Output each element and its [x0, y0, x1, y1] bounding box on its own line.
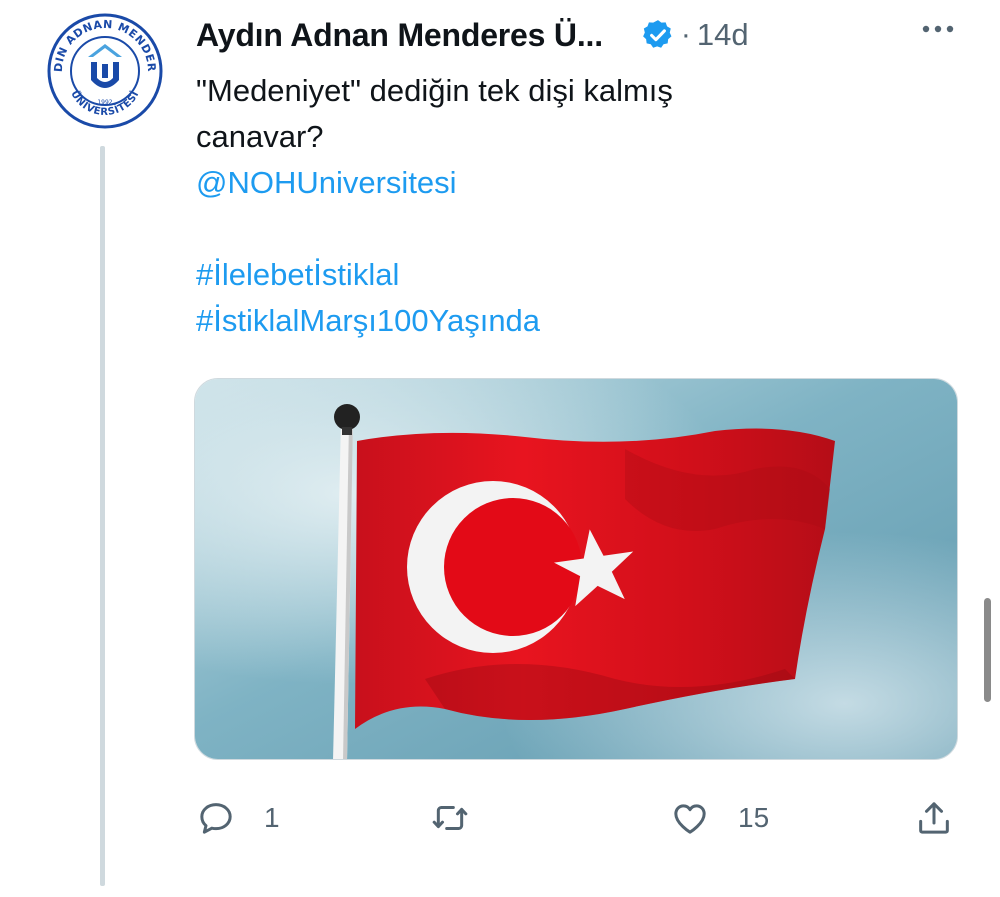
retweet-button[interactable]	[430, 790, 498, 846]
tweet-media[interactable]	[194, 378, 958, 760]
timestamp[interactable]: 14d	[697, 17, 749, 53]
share-icon	[919, 802, 949, 834]
reply-count: 1	[264, 802, 280, 833]
like-icon	[674, 804, 706, 834]
retweet-icon	[432, 806, 468, 830]
thread-line	[100, 146, 105, 886]
tweet-text: "Medeniyet" dediğin tek dişi kalmış cana…	[196, 68, 936, 344]
more-icon[interactable]	[916, 14, 960, 44]
avatar[interactable]: AYDIN ADNAN MENDERES ÜNİVERSİTESİ 1992	[41, 2, 164, 130]
hashtag-link[interactable]: #İstiklalMarşı100Yaşında	[196, 298, 936, 344]
like-button[interactable]: 15	[670, 790, 769, 846]
tweet-header: Aydın Adnan Menderes Ü... · 14d	[196, 10, 966, 60]
turkish-flag-image	[195, 379, 957, 759]
separator-dot: ·	[680, 18, 691, 51]
tweet-text-line: "Medeniyet" dediğin tek dişi kalmış	[196, 73, 673, 108]
tweet-actions: 1 15	[196, 790, 966, 846]
like-count: 15	[738, 802, 770, 833]
scrollbar[interactable]	[984, 598, 991, 702]
author-name[interactable]: Aydın Adnan Menderes Ü...	[196, 17, 603, 54]
verified-badge-icon	[641, 18, 675, 52]
hashtag-link[interactable]: #İlelebetİstiklal	[196, 252, 936, 298]
university-logo-icon: AYDIN ADNAN MENDERES ÜNİVERSİTESİ 1992	[41, 2, 163, 129]
tweet-text-line: canavar?	[196, 119, 324, 154]
reply-button[interactable]: 1	[196, 790, 280, 846]
logo-year: 1992	[97, 99, 112, 106]
mention-link[interactable]: @NOHUniversitesi	[196, 160, 936, 206]
share-button[interactable]	[914, 790, 954, 846]
reply-icon	[200, 803, 232, 834]
